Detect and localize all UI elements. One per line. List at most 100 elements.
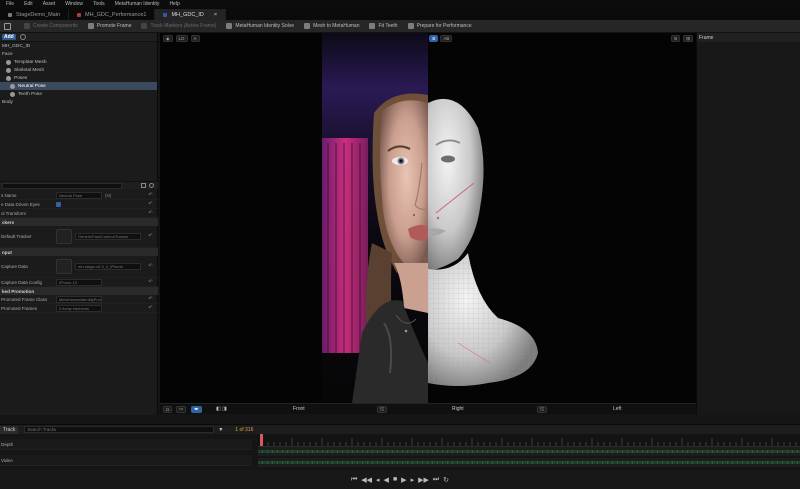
document-tab[interactable]: MH_GDC_Performance1 <box>69 9 156 20</box>
asset-thumbnail[interactable] <box>56 259 72 274</box>
track-row-video[interactable]: Video <box>0 455 252 466</box>
skip-start-icon[interactable]: ⏮ <box>351 476 357 484</box>
checkbox[interactable] <box>56 201 61 207</box>
track-label-video: Video <box>1 457 13 463</box>
viewport-footer: ◘ ▭ ◂▸ ◧ ◨ Front ◱ Right ◱ Left <box>160 403 696 414</box>
menu-item-tools[interactable]: Tools <box>93 1 105 7</box>
stop-icon[interactable]: ■ <box>393 476 397 483</box>
viewport[interactable]: ◉ LO A ABAB B ⊞ <box>160 33 696 414</box>
details-section-header[interactable]: nput <box>0 248 158 256</box>
lod-button[interactable]: LO <box>175 35 188 42</box>
property-field[interactable]: Neutral Pose <box>56 191 102 199</box>
toolbar-button-promote-frame[interactable]: Promote Frame <box>87 23 131 29</box>
grid-view-icon[interactable] <box>141 183 146 188</box>
camera-mode-button[interactable]: A <box>190 35 200 42</box>
close-icon[interactable]: × <box>214 12 217 18</box>
tree-item[interactable]: Neutral Pose <box>0 82 157 90</box>
toolbar-button-track-markers-active-frame[interactable]: Track Markers (Active Frame) <box>141 23 216 29</box>
tree-item[interactable]: Skeletal Mesh <box>0 66 157 74</box>
asset-thumbnail[interactable] <box>56 229 72 244</box>
front-view-icon[interactable]: ◱ <box>377 405 388 413</box>
property-field[interactable]: GenericFaceContourTracker <box>75 233 141 240</box>
video-lane[interactable] <box>258 458 800 467</box>
reset-icon[interactable]: ↶ <box>148 264 153 269</box>
depth-lane[interactable] <box>258 447 800 456</box>
details-row: s Name Neutral Pose (N) ↶ <box>0 191 158 200</box>
toolbar-button-prepare-for-performance[interactable]: Prepare for Performance <box>407 23 472 29</box>
tree-item[interactable]: Body <box>0 98 157 106</box>
reset-icon[interactable]: ↶ <box>148 305 153 311</box>
asset-type-icon <box>77 12 82 17</box>
add-component-button[interactable]: Add <box>2 34 16 40</box>
toolbar-action-icon <box>87 23 94 29</box>
details-section-header[interactable]: ked Promotion <box>0 287 158 295</box>
reset-icon[interactable]: ↶ <box>148 210 153 216</box>
visibility-toggle[interactable]: ◧ ◨ <box>216 406 227 412</box>
skip-end-icon[interactable]: ⏭ <box>433 476 439 484</box>
camera-icon[interactable]: ◘ <box>163 405 172 413</box>
filter-icon[interactable]: ▼ <box>218 427 223 433</box>
time-ruler[interactable] <box>258 434 800 447</box>
menu-item-window[interactable]: Window <box>65 1 83 7</box>
property-label: Capture Data Config <box>1 279 43 285</box>
property-field[interactable]: 0 Array elements <box>56 304 102 312</box>
play-icon[interactable]: ▶ <box>401 476 406 484</box>
frame-panel: Frame <box>696 33 800 415</box>
step-forward-icon[interactable]: ▸ <box>411 476 415 484</box>
search-details-input[interactable] <box>2 182 122 189</box>
component-icon <box>10 83 15 89</box>
reset-icon[interactable]: ↶ <box>148 192 153 198</box>
menu-item-file[interactable]: File <box>6 1 14 7</box>
save-icon[interactable] <box>4 22 11 30</box>
menu-item-metahuman-identity[interactable]: MetaHuman Identity <box>115 1 160 7</box>
toolbar-button-create-components[interactable]: Create Components <box>24 23 78 29</box>
tree-item-label: Body <box>2 99 13 105</box>
property-field[interactable]: mh-stage-v0-0_0_iPhone <box>75 263 141 270</box>
reset-icon[interactable]: ↶ <box>148 296 153 302</box>
property-field[interactable]: iPhone 13 <box>56 278 102 286</box>
tree-item[interactable]: Template Mesh <box>0 58 157 66</box>
components-panel: Add MH_GDC_ID Face Template Mesh Skeletal M… <box>0 33 158 415</box>
toolbar-button-mesh-to-metahuman[interactable]: Mesh to MetaHuman <box>304 23 359 29</box>
track-button[interactable]: Track <box>0 425 19 434</box>
tree-item[interactable]: MH_GDC_ID <box>0 42 157 50</box>
playback-toggle[interactable]: ◂▸ <box>191 405 202 413</box>
search-icon[interactable] <box>19 34 26 40</box>
toolbar-button-fit-teeth[interactable]: Fit Teeth <box>369 23 398 29</box>
document-tab-bar: StageDemo_Main MH_GDC_Performance1 MH_GDC_… <box>0 8 800 20</box>
loop-icon[interactable]: ↻ <box>443 476 449 484</box>
track-row-depth[interactable]: Depth <box>0 439 252 450</box>
toolbar-action-icon <box>369 23 376 29</box>
menu-item-help[interactable]: Help <box>169 1 179 7</box>
document-tab[interactable]: MH_GDC_ID × <box>155 9 227 20</box>
reset-icon[interactable]: ↶ <box>148 234 153 239</box>
menu-item-asset[interactable]: Asset <box>43 1 56 7</box>
tree-item-label: MH_GDC_ID <box>2 43 31 49</box>
step-back-icon[interactable]: ◂ <box>376 476 380 484</box>
details-section-header[interactable]: ckers <box>0 218 158 226</box>
tree-item[interactable]: Poses <box>0 74 157 82</box>
next-key-icon[interactable]: ▶▶ <box>418 476 429 484</box>
viewport-options-button[interactable]: ◉ <box>163 35 173 42</box>
asset-type-icon <box>8 12 12 17</box>
play-reverse-icon[interactable]: ◀ <box>384 476 389 484</box>
track-search-placeholder: Search Tracks <box>27 427 57 432</box>
toolbar-button-label: Fit Teeth <box>378 23 398 29</box>
tree-item-label: Skeletal Mesh <box>14 67 45 73</box>
tree-item[interactable]: Face <box>0 50 157 58</box>
track-search-input[interactable]: Search Tracks <box>24 426 215 433</box>
menu-item-edit[interactable]: Edit <box>24 1 33 7</box>
reset-icon[interactable]: ↶ <box>148 201 153 207</box>
settings-icon[interactable] <box>149 183 154 188</box>
playhead[interactable] <box>260 434 263 446</box>
property-value: 0 Array elements ↶ <box>56 304 158 312</box>
property-field[interactable]: MetaHumanIdentityPromotedF... <box>56 295 102 303</box>
reset-icon[interactable]: ↶ <box>148 279 153 285</box>
tree-item-label: Teeth Pose <box>18 91 43 97</box>
tree-item[interactable]: Teeth Pose <box>0 90 157 98</box>
toolbar-button-metahuman-identity-solve[interactable]: MetaHuman Identity Solve <box>226 23 294 29</box>
right-view-icon[interactable]: ◱ <box>537 405 548 413</box>
document-tab[interactable]: StageDemo_Main <box>0 9 70 20</box>
prev-key-icon[interactable]: ◀◀ <box>361 476 372 484</box>
screen-icon[interactable]: ▭ <box>176 405 187 413</box>
